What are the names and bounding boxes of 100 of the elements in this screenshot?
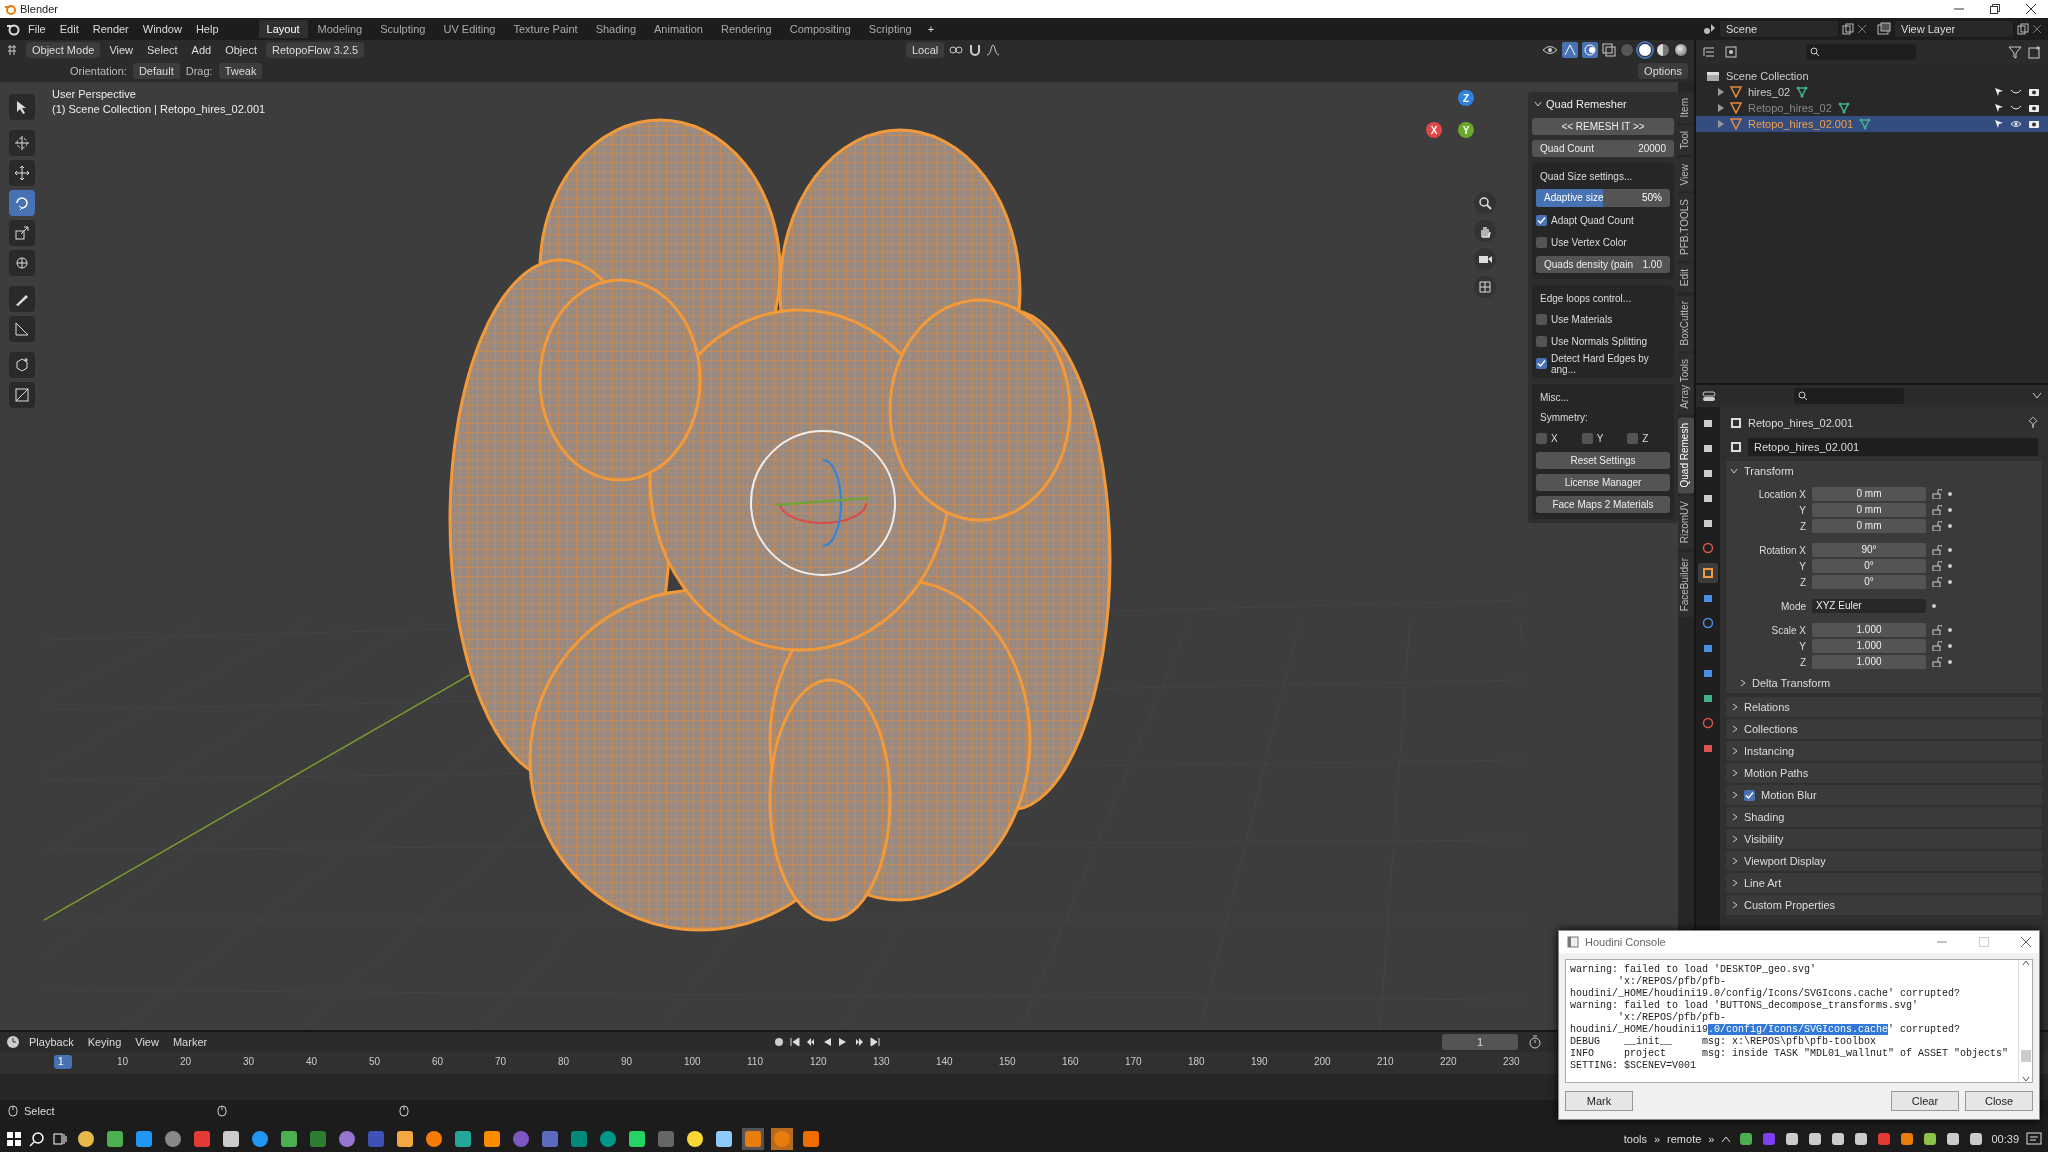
overlay-icon[interactable] bbox=[1582, 42, 1598, 58]
current-frame-field[interactable]: 1 bbox=[1442, 1034, 1518, 1050]
number-field[interactable]: 1.000 bbox=[1812, 639, 1926, 653]
app-icon[interactable] bbox=[104, 1128, 126, 1150]
jump-start-icon[interactable] bbox=[789, 1036, 802, 1048]
eye-icon[interactable] bbox=[2010, 119, 2022, 129]
number-field[interactable]: 1.000 bbox=[1812, 655, 1926, 669]
rotate-gizmo-drawing[interactable] bbox=[750, 430, 896, 576]
menu-item[interactable]: Keying bbox=[82, 1034, 127, 1050]
number-field[interactable]: 0° bbox=[1812, 575, 1926, 589]
sidebar-tab[interactable]: FaceBuilder bbox=[1678, 551, 1694, 617]
sidebar-tab[interactable]: Quad Remesh bbox=[1678, 416, 1694, 494]
add-cube-tool-button[interactable] bbox=[9, 352, 35, 378]
keyframe-dot-icon[interactable] bbox=[1948, 660, 1952, 664]
chevron-right-icon[interactable] bbox=[1732, 791, 1738, 799]
cursor-tool-button[interactable] bbox=[9, 130, 35, 156]
app-icon[interactable] bbox=[278, 1128, 300, 1150]
rendered-shading-button[interactable] bbox=[1674, 43, 1688, 57]
zoom-button[interactable] bbox=[1474, 192, 1496, 214]
number-field[interactable]: 0 mm bbox=[1812, 487, 1926, 501]
slider[interactable]: Adaptive size 50% bbox=[1536, 189, 1670, 207]
menu-item[interactable]: Playback bbox=[24, 1034, 79, 1050]
chevron-right-icon[interactable] bbox=[1732, 857, 1738, 865]
measure-tool-button[interactable] bbox=[9, 316, 35, 342]
number-field[interactable]: 0 mm bbox=[1812, 503, 1926, 517]
tool-button[interactable] bbox=[9, 382, 35, 408]
scene-icon[interactable] bbox=[1702, 22, 1716, 36]
chevron-right-icon[interactable] bbox=[1732, 879, 1738, 887]
keyframe-dot-icon[interactable] bbox=[1948, 580, 1952, 584]
collapsed-panel[interactable]: Motion Blur bbox=[1726, 785, 2042, 805]
object-icon[interactable] bbox=[1730, 441, 1742, 453]
app-icon[interactable] bbox=[394, 1128, 416, 1150]
checkbox[interactable] bbox=[1536, 215, 1547, 226]
workspace-tab[interactable]: Texture Paint bbox=[505, 20, 586, 38]
checkbox[interactable] bbox=[1536, 433, 1547, 444]
lock-icon[interactable] bbox=[1932, 489, 1942, 499]
number-field[interactable]: 1.000 bbox=[1812, 623, 1926, 637]
chevron-right-icon[interactable] bbox=[1732, 769, 1738, 777]
axis-gizmo-ball[interactable]: X bbox=[1426, 122, 1442, 138]
select-tool-button[interactable] bbox=[9, 94, 35, 120]
workspace-tab[interactable]: Compositing bbox=[781, 20, 859, 38]
menu-item[interactable]: Object bbox=[220, 42, 262, 58]
sidebar-tab[interactable]: BoxCutter bbox=[1678, 294, 1694, 351]
grid-button[interactable] bbox=[1474, 276, 1496, 298]
number-field[interactable]: 0 mm bbox=[1812, 519, 1926, 533]
menu-item[interactable]: Help bbox=[189, 21, 225, 37]
visibility-icon[interactable] bbox=[1542, 43, 1558, 57]
sidebar-tab[interactable]: Tool bbox=[1678, 125, 1694, 156]
chevron-up-icon[interactable] bbox=[2021, 960, 2030, 966]
camera-button[interactable] bbox=[1474, 248, 1496, 270]
keyframe-dot-icon[interactable] bbox=[1948, 548, 1952, 552]
app-icon[interactable] bbox=[133, 1128, 155, 1150]
checkbox[interactable] bbox=[1536, 237, 1547, 248]
lock-icon[interactable] bbox=[1932, 505, 1942, 515]
checkbox[interactable] bbox=[1536, 314, 1547, 325]
new-collection-icon[interactable] bbox=[2028, 45, 2042, 59]
close-icon[interactable] bbox=[2021, 937, 2031, 947]
lock-icon[interactable] bbox=[1932, 545, 1942, 555]
jump-end-icon[interactable] bbox=[869, 1036, 882, 1048]
scene-field[interactable]: Scene bbox=[1719, 20, 1839, 38]
app-icon[interactable] bbox=[626, 1128, 648, 1150]
menu-item[interactable]: View bbox=[104, 42, 139, 58]
menu-item[interactable]: Add bbox=[186, 42, 217, 58]
magnet-icon[interactable] bbox=[968, 43, 983, 57]
lock-icon[interactable] bbox=[1932, 657, 1942, 667]
tray-label[interactable]: » bbox=[1708, 1133, 1715, 1145]
action-button[interactable]: Face Maps 2 Materials bbox=[1536, 496, 1670, 513]
search-field[interactable] bbox=[1806, 44, 1916, 60]
chevron-right-icon[interactable] bbox=[1740, 679, 1746, 687]
checkbox[interactable] bbox=[1536, 336, 1547, 347]
menu-item[interactable]: Edit bbox=[53, 21, 85, 37]
checkbox[interactable] bbox=[1581, 433, 1593, 444]
console-button[interactable]: Mark bbox=[1565, 1091, 1633, 1111]
menu-item[interactable]: Render bbox=[86, 21, 135, 37]
keyframe-dot-icon[interactable] bbox=[1948, 644, 1952, 648]
display-mode-icon[interactable] bbox=[1724, 45, 1740, 59]
material-shading-button[interactable] bbox=[1656, 43, 1670, 57]
addon-menu-dropdown[interactable]: RetopoFlow 3.2.5 bbox=[266, 42, 365, 58]
app-icon[interactable] bbox=[713, 1128, 735, 1150]
lock-icon[interactable] bbox=[1932, 561, 1942, 571]
tray-label[interactable]: remote bbox=[1667, 1133, 1702, 1145]
annotate-tool-button[interactable] bbox=[9, 286, 35, 312]
console-button[interactable]: Clear bbox=[1891, 1091, 1959, 1111]
action-button[interactable]: License Manager bbox=[1536, 474, 1670, 491]
checkbox[interactable] bbox=[1744, 789, 1755, 801]
collection-name[interactable]: Scene Collection bbox=[1726, 70, 1809, 82]
object-name[interactable]: Retopo_hires_02 bbox=[1748, 102, 1832, 114]
number-field[interactable]: 0° bbox=[1812, 559, 1926, 573]
task-view-icon[interactable] bbox=[52, 1131, 68, 1147]
solid-shading-button[interactable] bbox=[1638, 43, 1652, 57]
action-button[interactable]: Reset Settings bbox=[1536, 452, 1670, 469]
collapsed-panel[interactable]: Instancing bbox=[1726, 741, 2042, 761]
falloff-icon[interactable] bbox=[986, 43, 1001, 57]
camera-icon[interactable] bbox=[2028, 103, 2040, 113]
mode-dropdown[interactable]: XYZ Euler bbox=[1812, 599, 1926, 613]
collapsed-panel[interactable]: Motion Paths bbox=[1726, 763, 2042, 783]
sidebar-tab[interactable]: RizomUV bbox=[1678, 495, 1694, 550]
workspace-tab[interactable]: Layout bbox=[258, 20, 308, 38]
action-button[interactable]: << REMESH IT >> bbox=[1532, 118, 1674, 135]
notification-icon[interactable] bbox=[2026, 1131, 2042, 1147]
